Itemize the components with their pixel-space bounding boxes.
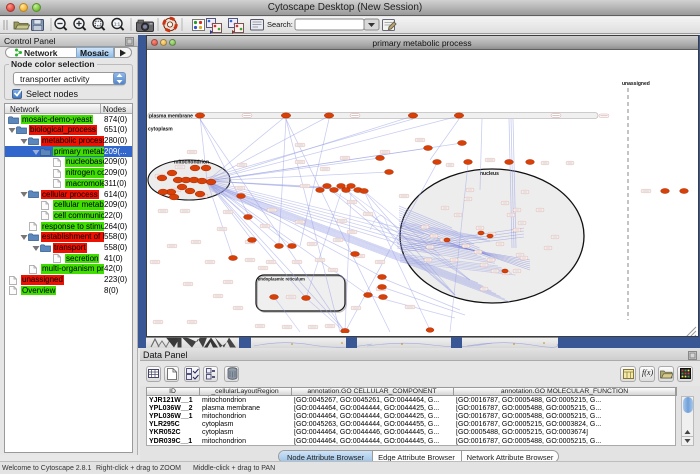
svg-text:Search:: Search: (267, 20, 293, 29)
svg-text:1:1: 1:1 (114, 21, 121, 26)
svg-text:mitochondrion: mitochondrion (174, 160, 209, 166)
svg-text:nucleus: nucleus (480, 171, 499, 177)
svg-text:plasma membrane: plasma membrane (149, 113, 193, 119)
svg-text:endoplasmic reticulum: endoplasmic reticulum (258, 277, 305, 282)
svg-text:unassigned: unassigned (622, 81, 650, 87)
svg-text:cytoplasm: cytoplasm (148, 127, 173, 133)
